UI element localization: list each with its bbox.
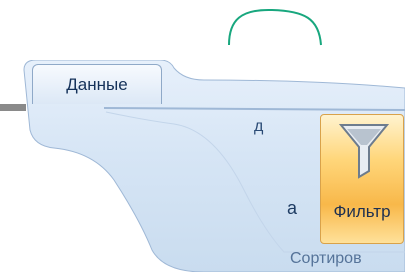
funnel-icon (339, 124, 389, 179)
tab-data-label: Данные (66, 74, 128, 94)
filter-button[interactable]: Фильтр (320, 114, 404, 244)
tab-data[interactable]: Данные (32, 64, 162, 104)
clipped-command-text: а (287, 198, 298, 218)
sort-filter-group-label: Сортиров (290, 250, 362, 267)
green-annotation-stroke (228, 8, 322, 46)
clipped-command-top-text: д (254, 118, 264, 135)
filter-button-label: Фильтр (333, 202, 391, 221)
screenshot-stage: Данные д а Фильтр Сортиров (0, 0, 405, 272)
